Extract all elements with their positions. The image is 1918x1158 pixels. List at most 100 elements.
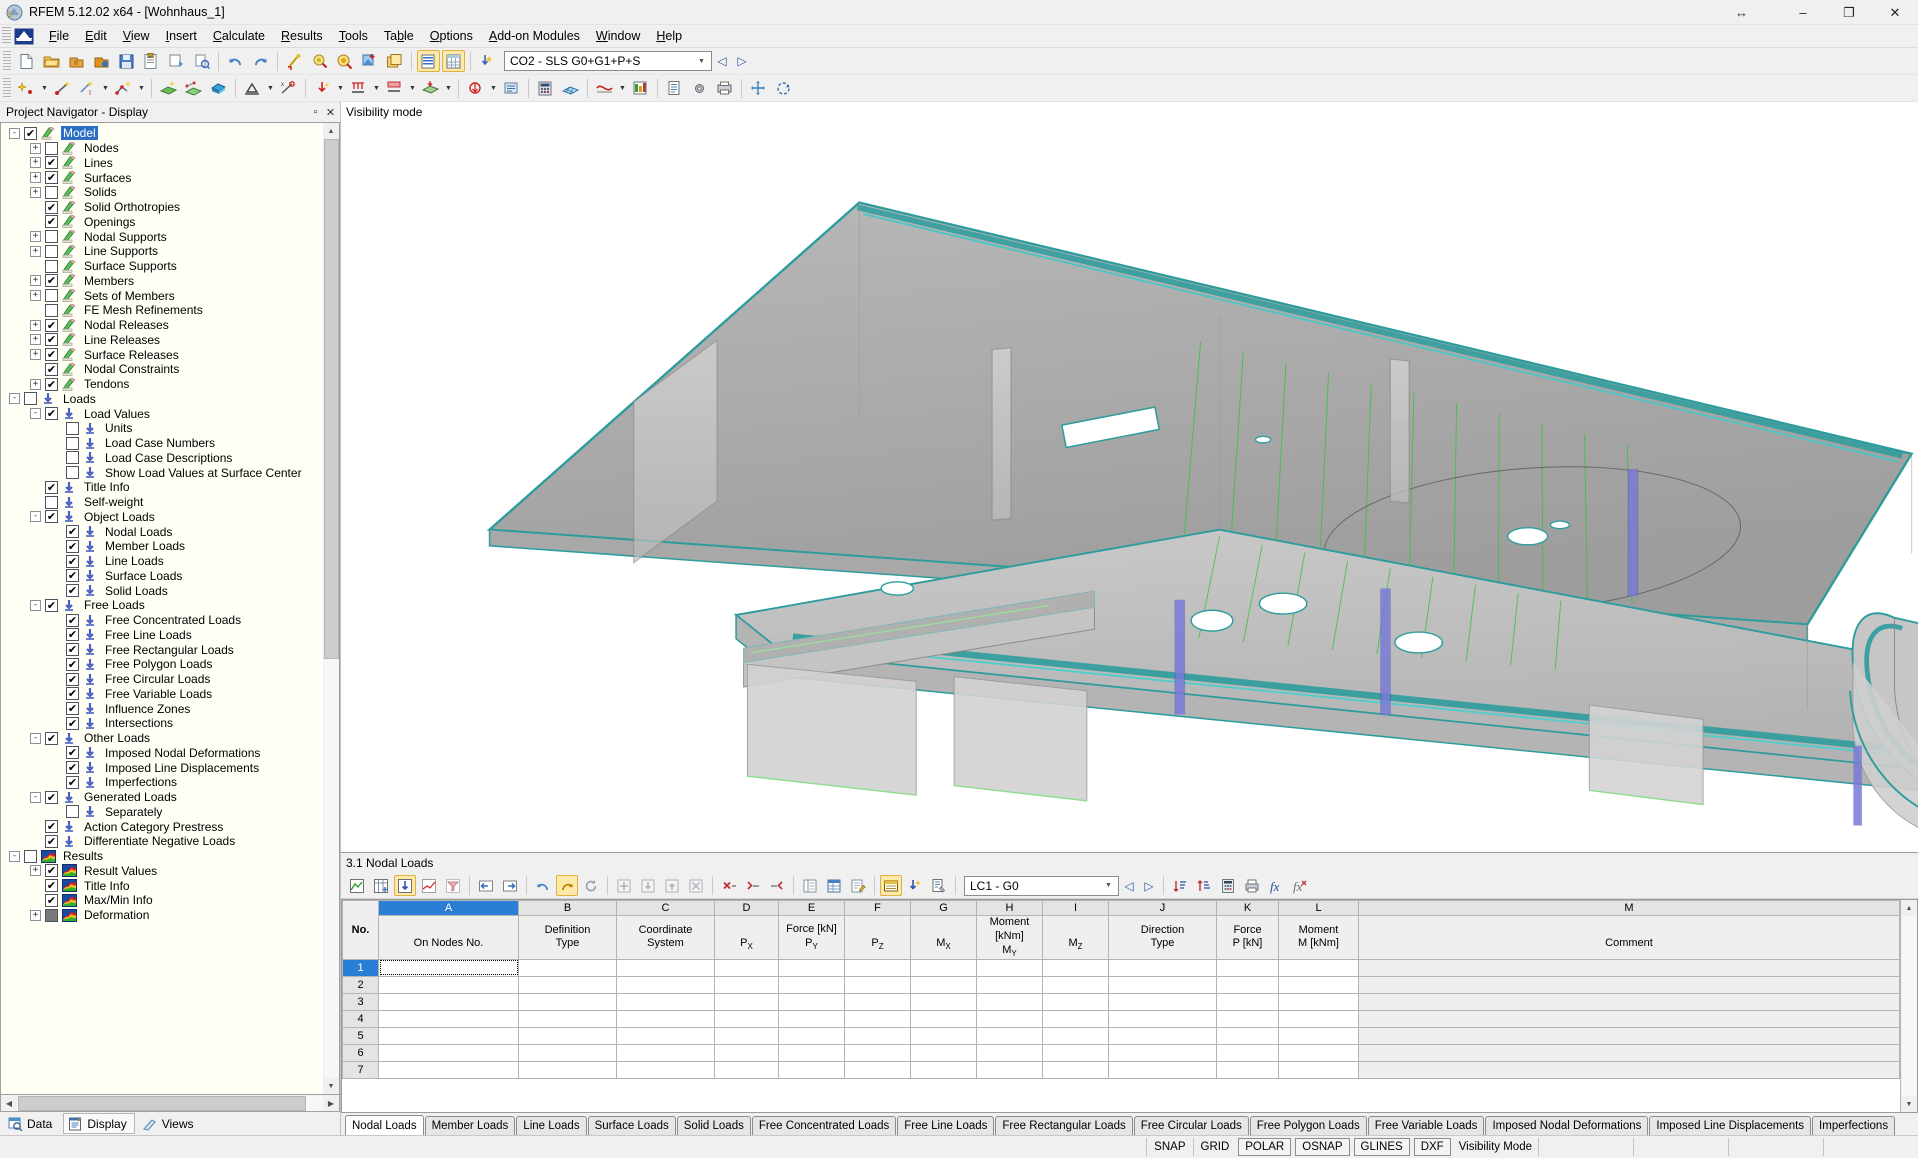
render-view-icon[interactable]	[358, 50, 381, 72]
tree-item-free-circular-loads[interactable]: ✔Free Circular Loads	[1, 672, 323, 687]
menu-item-options[interactable]: Options	[422, 26, 481, 46]
tree-item-loads[interactable]: -Loads	[1, 392, 323, 407]
status-toggle-snap[interactable]: SNAP	[1146, 1138, 1192, 1156]
show-deformation-icon[interactable]	[593, 77, 616, 99]
minimize-button[interactable]: –	[1780, 0, 1826, 25]
tree-checkbox[interactable]: ✔	[45, 510, 58, 523]
expand-icon[interactable]: +	[30, 349, 41, 360]
table-diagram-icon[interactable]	[418, 875, 440, 896]
cell-I1[interactable]	[1043, 959, 1109, 976]
cell-F7[interactable]	[845, 1061, 911, 1078]
row-number[interactable]: 3	[343, 993, 379, 1010]
cell-E2[interactable]	[779, 976, 845, 993]
cell-K6[interactable]	[1217, 1044, 1279, 1061]
tree-checkbox[interactable]: ✔	[66, 658, 79, 671]
tree-item-load-case-numbers[interactable]: Load Case Numbers	[1, 436, 323, 451]
tree-checkbox[interactable]	[66, 805, 79, 818]
chevron-down-icon[interactable]: ▼	[488, 77, 499, 99]
cell-M2[interactable]	[1359, 976, 1900, 993]
navigator-tab-display[interactable]: Display	[63, 1113, 134, 1134]
row-number[interactable]: 7	[343, 1061, 379, 1078]
results-values-icon[interactable]	[629, 77, 652, 99]
column-header-B[interactable]: B	[519, 901, 617, 916]
table-settings-icon[interactable]	[346, 875, 368, 896]
cell-M4[interactable]	[1359, 1010, 1900, 1027]
column-header-K[interactable]: K	[1217, 901, 1279, 916]
menu-item-table[interactable]: Table	[376, 26, 422, 46]
tree-item-surface-loads[interactable]: ✔Surface Loads	[1, 569, 323, 584]
column-header-I[interactable]: I	[1043, 901, 1109, 916]
status-toggle-polar[interactable]: POLAR	[1238, 1138, 1291, 1156]
table-prev-block-icon[interactable]	[475, 875, 497, 896]
cell-A4[interactable]	[379, 1010, 519, 1027]
cell-J7[interactable]	[1109, 1061, 1217, 1078]
tree-item-free-rectangular-loads[interactable]: ✔Free Rectangular Loads	[1, 642, 323, 657]
menu-item-results[interactable]: Results	[273, 26, 331, 46]
tree-item-members[interactable]: +✔Members	[1, 274, 323, 289]
cell-L7[interactable]	[1279, 1061, 1359, 1078]
table-insert-row-above-icon[interactable]	[661, 875, 683, 896]
column-header-M[interactable]: M	[1359, 901, 1900, 916]
table-tab-line-loads[interactable]: Line Loads	[516, 1116, 586, 1135]
tree-item-separately[interactable]: Separately	[1, 805, 323, 820]
table-shift-left-icon[interactable]	[742, 875, 764, 896]
cell-C7[interactable]	[617, 1061, 715, 1078]
cell-M3[interactable]	[1359, 993, 1900, 1010]
open-file-icon[interactable]	[40, 50, 63, 72]
column-header-E[interactable]: E	[779, 901, 845, 916]
table-filter-icon[interactable]	[442, 875, 464, 896]
cell-I7[interactable]	[1043, 1061, 1109, 1078]
cell-C4[interactable]	[617, 1010, 715, 1027]
tree-checkbox[interactable]: ✔	[45, 835, 58, 848]
tree-item-free-concentrated-loads[interactable]: ✔Free Concentrated Loads	[1, 613, 323, 628]
tree-checkbox[interactable]: ✔	[45, 481, 58, 494]
expand-icon[interactable]: +	[30, 246, 41, 257]
expand-icon[interactable]: +	[30, 172, 41, 183]
load-case-settings-icon[interactable]	[476, 50, 499, 72]
cell-D2[interactable]	[715, 976, 779, 993]
cell-H5[interactable]	[977, 1027, 1043, 1044]
cell-C2[interactable]	[617, 976, 715, 993]
cell-A3[interactable]	[379, 993, 519, 1010]
cell-F3[interactable]	[845, 993, 911, 1010]
tree-checkbox[interactable]: ✔	[45, 407, 58, 420]
tree-item-differentiate-negative-loads[interactable]: ✔Differentiate Negative Loads	[1, 834, 323, 849]
cell-E3[interactable]	[779, 993, 845, 1010]
cell-G7[interactable]	[911, 1061, 977, 1078]
column-header-F[interactable]: F	[845, 901, 911, 916]
table-clear-icon[interactable]	[685, 875, 707, 896]
chevron-down-icon[interactable]: ▼	[371, 77, 382, 99]
cell-D7[interactable]	[715, 1061, 779, 1078]
tree-item-action-category-prestress[interactable]: ✔Action Category Prestress	[1, 819, 323, 834]
table-tab-surface-loads[interactable]: Surface Loads	[588, 1116, 676, 1135]
table-sort-asc-icon[interactable]	[1169, 875, 1191, 896]
tree-item-sets-of-members[interactable]: +Sets of Members	[1, 288, 323, 303]
cell-I4[interactable]	[1043, 1010, 1109, 1027]
cell-A6[interactable]	[379, 1044, 519, 1061]
cell-K7[interactable]	[1217, 1061, 1279, 1078]
cell-J3[interactable]	[1109, 993, 1217, 1010]
maximize-button[interactable]: ❐	[1826, 0, 1872, 25]
chevron-down-icon[interactable]: ▼	[265, 77, 276, 99]
print-preview-icon[interactable]	[165, 50, 188, 72]
tree-item-object-loads[interactable]: -✔Object Loads	[1, 510, 323, 525]
tree-item-free-variable-loads[interactable]: ✔Free Variable Loads	[1, 687, 323, 702]
table-columns-icon[interactable]	[370, 875, 392, 896]
cell-F2[interactable]	[845, 976, 911, 993]
cell-I3[interactable]	[1043, 993, 1109, 1010]
tree-item-imperfections[interactable]: ✔Imperfections	[1, 775, 323, 790]
scroll-up-icon[interactable]: ▲	[1902, 900, 1917, 916]
tree-item-free-line-loads[interactable]: ✔Free Line Loads	[1, 628, 323, 643]
cell-E6[interactable]	[779, 1044, 845, 1061]
cell-C5[interactable]	[617, 1027, 715, 1044]
cell-I5[interactable]	[1043, 1027, 1109, 1044]
table-next-case-button[interactable]: ▷	[1139, 875, 1159, 896]
expand-icon[interactable]: +	[30, 275, 41, 286]
tree-item-generated-loads[interactable]: -✔Generated Loads	[1, 790, 323, 805]
rotate-view-icon[interactable]	[772, 77, 795, 99]
table-grid-wrapper[interactable]: No.ABCDEFGHIJKLM On Nodes No.DefinitionT…	[341, 899, 1918, 1113]
cell-L2[interactable]	[1279, 976, 1359, 993]
collapse-icon[interactable]: -	[30, 408, 41, 419]
new-free-load-icon[interactable]	[464, 77, 487, 99]
zoom-window-icon[interactable]	[308, 50, 331, 72]
